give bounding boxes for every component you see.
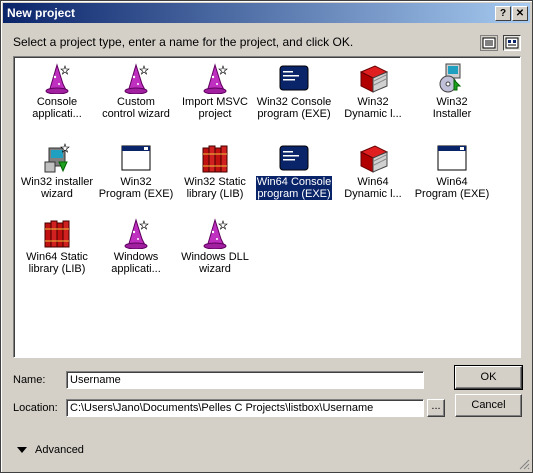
resize-grip-icon[interactable] (518, 458, 530, 470)
project-type-label: Win64 Dynamic l... (344, 176, 402, 200)
large-icons-view-icon (505, 37, 519, 49)
wizard-hat-icon (120, 62, 152, 95)
close-button[interactable]: ✕ (512, 6, 528, 21)
wizard-hat-icon (199, 217, 231, 250)
location-input[interactable]: C:\Users\Jano\Documents\Pelles C Project… (66, 399, 424, 417)
details-view-button[interactable] (480, 35, 498, 51)
project-type-item[interactable]: Windows applicati... (97, 217, 175, 275)
console-window-icon (278, 62, 310, 94)
project-type-label: Win32 Program (EXE) (98, 176, 174, 200)
project-type-label: Import MSVC project (181, 96, 248, 120)
console-window-icon (278, 142, 310, 174)
project-type-item[interactable]: Win64 Console program (EXE) (255, 142, 333, 200)
project-type-item[interactable]: Win32 Static library (LIB) (176, 142, 254, 200)
project-type-label: Win64 Program (EXE) (414, 176, 490, 200)
details-view-icon (482, 37, 496, 49)
project-type-label: Win32 installer wizard (20, 176, 94, 200)
project-type-item[interactable]: Import MSVC project (176, 62, 254, 120)
project-type-item[interactable]: Win32 Installer (413, 62, 491, 120)
project-type-item[interactable]: Win64 Program (EXE) (413, 142, 491, 200)
project-type-label: Windows applicati... (111, 251, 161, 275)
project-type-item[interactable]: Windows DLL wizard (176, 217, 254, 275)
books-icon (41, 217, 73, 249)
project-type-label: Win32 Installer (432, 96, 472, 120)
advanced-label: Advanced (35, 444, 84, 456)
project-type-item[interactable]: Custom control wizard (97, 62, 175, 120)
project-type-item[interactable]: Win32 Dynamic l... (334, 62, 412, 120)
installer-icon (436, 62, 468, 94)
project-type-label: Win64 Static library (LIB) (26, 251, 88, 275)
project-type-item[interactable]: Win64 Dynamic l... (334, 142, 412, 200)
project-type-label: Win32 Static library (LIB) (184, 176, 246, 200)
location-label: Location: (13, 402, 58, 414)
expand-triangle-icon (17, 447, 27, 454)
project-type-item[interactable]: Win32 installer wizard (18, 142, 96, 200)
advanced-toggle[interactable]: Advanced (17, 444, 84, 456)
project-type-label: Win32 Console program (EXE) (256, 96, 332, 120)
project-type-item[interactable]: Win32 Console program (EXE) (255, 62, 333, 120)
wizard-hat-icon (41, 62, 73, 95)
project-type-label: Custom control wizard (102, 96, 170, 120)
name-label: Name: (13, 374, 46, 386)
browse-button[interactable]: ... (427, 399, 445, 417)
project-type-item[interactable]: Console applicati... (18, 62, 96, 120)
window-icon (120, 142, 152, 174)
project-type-item[interactable]: Win32 Program (EXE) (97, 142, 175, 200)
red-book-icon (357, 62, 389, 94)
window-icon (436, 142, 468, 174)
project-type-label: Console applicati... (32, 96, 82, 120)
cancel-button[interactable]: Cancel (455, 394, 522, 417)
new-project-dialog: New project ? ✕ Select a project type, e… (0, 0, 533, 473)
name-input[interactable]: Username (66, 371, 424, 389)
project-type-item[interactable]: Win64 Static library (LIB) (18, 217, 96, 275)
wizard-hat-icon (120, 217, 152, 250)
window-title: New project (7, 6, 76, 20)
large-icons-view-button[interactable] (503, 35, 521, 51)
instruction-text: Select a project type, enter a name for … (13, 35, 354, 49)
project-type-label: Windows DLL wizard (181, 251, 249, 275)
books-icon (199, 142, 231, 174)
red-book-icon (357, 142, 389, 174)
ok-button[interactable]: OK (454, 365, 523, 390)
title-bar[interactable]: New project ? ✕ (3, 3, 530, 23)
project-type-label: Win64 Console program (EXE) (255, 176, 333, 200)
help-button[interactable]: ? (495, 6, 511, 21)
installer-wizard-icon (41, 142, 73, 174)
project-type-label: Win32 Dynamic l... (344, 96, 402, 120)
project-type-list[interactable]: Console applicati... Custom control wizard I… (13, 56, 521, 358)
wizard-hat-icon (199, 62, 231, 95)
